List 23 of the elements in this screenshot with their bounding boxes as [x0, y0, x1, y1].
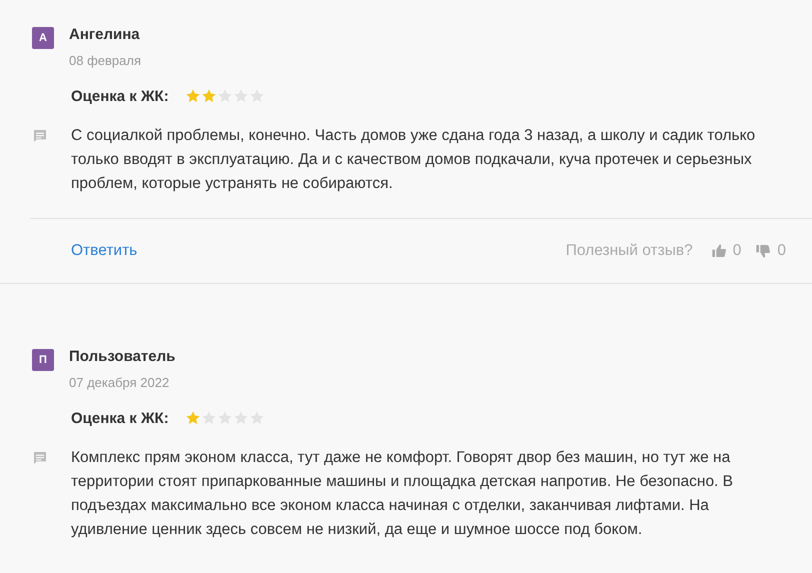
review-date: 07 декабря 2022 — [69, 374, 170, 392]
dislike-count: 0 — [777, 242, 786, 260]
avatar: П — [32, 349, 54, 371]
rating-label: Оценка к ЖК: — [71, 88, 169, 104]
author-name: Пользователь — [69, 347, 176, 367]
star-icon — [216, 88, 233, 104]
avatar: А — [32, 27, 54, 49]
author-name: Ангелина — [69, 25, 141, 45]
star-icon — [200, 88, 217, 104]
comment-icon — [32, 128, 48, 144]
thumbs-up-icon[interactable] — [710, 243, 727, 259]
thumbs-down-icon[interactable] — [755, 243, 772, 259]
rating-label: Оценка к ЖК: — [71, 410, 169, 426]
review-date: 08 февраля — [69, 52, 141, 70]
helpful-label: Полезный отзыв? — [566, 242, 693, 260]
comment-icon — [32, 450, 48, 466]
review-text: Комплекс прям эконом класса, тут даже не комфорт. Говорят двор без машин, но тут же на территории стоят припаркованные машины и площадка детская напротив. Не безопасно. В подъездах максимально все эконом класса начиная с отделки, заканчивая лифтами. На удивление ценник здесь совсем не низкий, да еще и шумное шоссе под боком. — [71, 448, 734, 540]
star-icon — [200, 410, 217, 426]
review-text: С социалкой проблемы, конечно. Часть домов уже сдана года 3 назад, а школу и садик только только вводят в эксплуатацию. Да и с качеством домов подкачали, куча протечек и серьезных проблем, которые устранять не собираются. — [71, 126, 756, 194]
star-icon — [184, 410, 201, 426]
like-count: 0 — [732, 242, 742, 260]
star-icon — [184, 88, 201, 104]
reply-link[interactable]: Ответить — [71, 242, 138, 260]
